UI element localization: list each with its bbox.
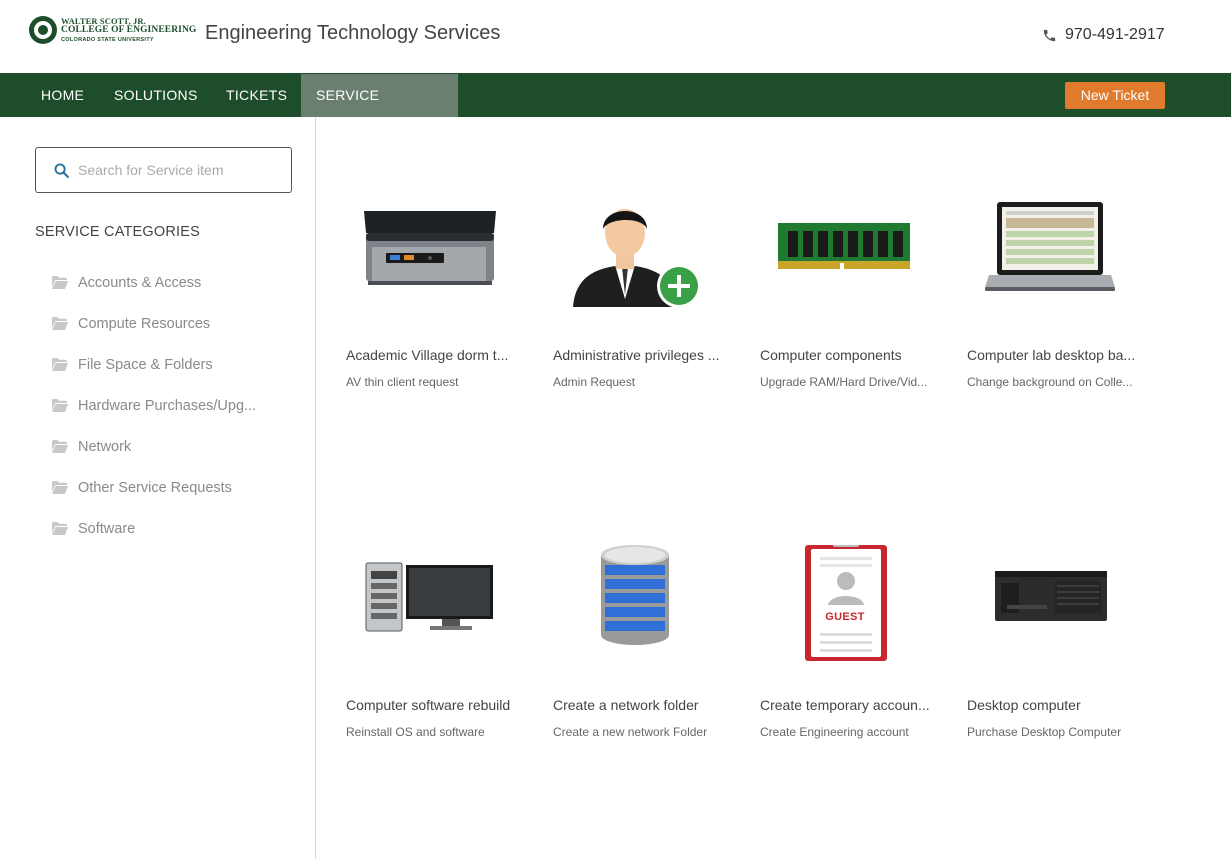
phone-icon [1043,29,1056,41]
item-description: Reinstall OS and software [346,725,485,739]
nav-solutions[interactable]: SOLUTIONS [99,74,213,117]
desktop-monitor-icon [365,562,493,632]
admin-user-icon [573,209,701,308]
item-description: Upgrade RAM/Hard Drive/Vid... [760,375,928,389]
category-label: Network [78,438,132,455]
nav-tickets[interactable]: TICKETS [211,74,302,117]
college-logo[interactable]: WALTER SCOTT, JR. COLLEGE OF ENGINEERING… [29,16,196,44]
new-ticket-button[interactable]: New Ticket [1065,82,1165,109]
folder-icon [52,358,68,371]
ram-module-icon [778,223,910,269]
main-nav: HOME SOLUTIONS TICKETS SERVICE CATALOG N… [0,73,1231,146]
item-name: Create temporary accoun... [760,697,930,713]
folder-icon [52,317,68,330]
nav-service-catalog[interactable]: SERVICE CATALOG [301,74,458,146]
site-title[interactable]: Engineering Technology Services [205,22,500,45]
csu-ram-logo-icon [29,16,57,44]
item-description: Purchase Desktop Computer [967,725,1122,739]
category-label: Accounts & Access [78,274,202,291]
logo-line-3: COLORADO STATE UNIVERSITY [61,36,154,43]
folder-icon [52,440,68,453]
search-icon [54,163,69,178]
folder-icon [52,399,68,412]
category-hardware-purchases[interactable]: Hardware Purchases/Upg... [52,385,256,426]
mini-pc-icon [364,211,496,285]
search-input[interactable] [78,162,278,178]
category-other-service-requests[interactable]: Other Service Requests [52,467,256,508]
category-network[interactable]: Network [52,426,256,467]
category-file-space-folders[interactable]: File Space & Folders [52,344,256,385]
sidebar: SERVICE CATEGORIES Accounts & Access Com… [0,117,316,859]
nav-home[interactable]: HOME [26,74,99,117]
phone-number[interactable]: 970-491-2917 [1042,26,1165,44]
phone-text: 970-491-2917 [1065,26,1165,43]
logo-line-2: COLLEGE OF ENGINEERING [61,25,197,36]
laptop-icon [985,202,1115,291]
item-name: Create a network folder [553,697,699,713]
item-name: Administrative privileges ... [553,347,720,363]
folder-icon [52,522,68,535]
database-icon [601,545,669,645]
guest-label: GUEST [825,611,865,623]
category-label: Other Service Requests [78,479,232,496]
item-description: AV thin client request [346,375,459,389]
logo-line-1: WALTER SCOTT, JR. [61,15,146,26]
workstation-icon [995,571,1107,621]
folder-icon [52,481,68,494]
folder-icon [52,276,68,289]
category-label: File Space & Folders [78,356,213,373]
item-name: Computer software rebuild [346,697,511,713]
category-label: Compute Resources [78,315,211,332]
category-software[interactable]: Software [52,508,256,549]
category-label: Software [78,520,136,537]
category-accounts-access[interactable]: Accounts & Access [52,262,256,303]
item-description: Change background on Colle... [967,375,1133,389]
item-name: Desktop computer [967,697,1081,713]
category-list: Accounts & Access Compute Resources File… [52,262,256,549]
site-header: WALTER SCOTT, JR. COLLEGE OF ENGINEERING… [0,0,1231,73]
service-categories-title: SERVICE CATEGORIES [35,224,201,240]
search-box[interactable] [35,147,292,193]
item-name: Computer lab desktop ba... [967,347,1136,363]
category-label: Hardware Purchases/Upg... [78,397,257,414]
item-description: Create a new network Folder [553,725,708,739]
item-name: Academic Village dorm t... [346,347,509,363]
item-description: Admin Request [553,375,636,389]
item-name: Computer components [760,347,902,363]
category-compute-resources[interactable]: Compute Resources [52,303,256,344]
item-description: Create Engineering account [760,725,909,739]
